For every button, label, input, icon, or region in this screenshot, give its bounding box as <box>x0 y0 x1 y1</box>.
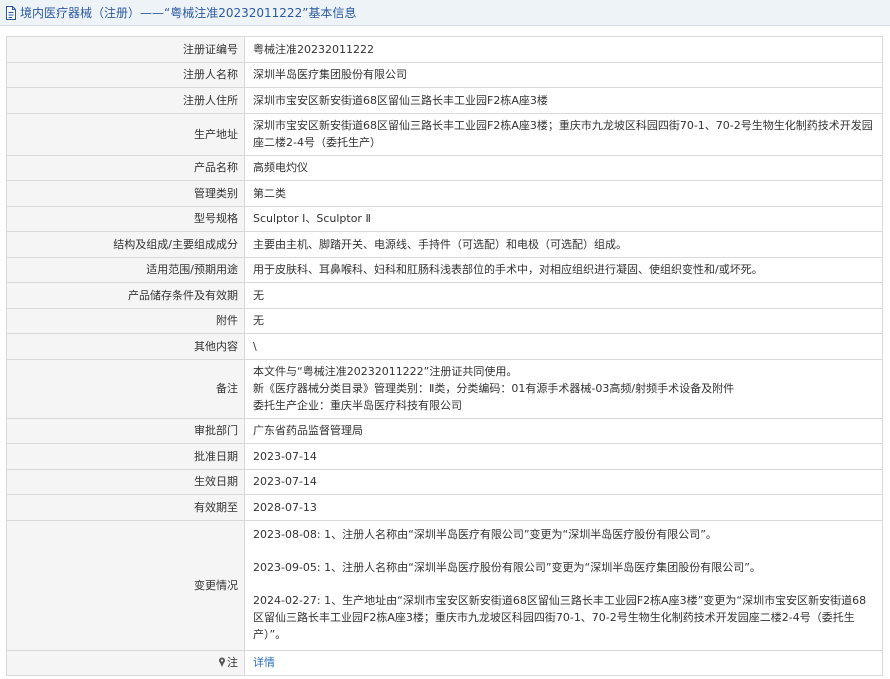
row-value: 深圳半岛医疗集团股份有限公司 <box>244 61 883 88</box>
row-label: 批准日期 <box>6 443 245 470</box>
row-value: 2023-07-14 <box>244 468 883 495</box>
row-label: 生产地址 <box>6 112 245 156</box>
table-row: 注册人住所 深圳市宝安区新安街道68区留仙三路长丰工业园F2栋A座3楼 <box>6 87 883 114</box>
table-row: 审批部门 广东省药品监督管理局 <box>6 417 883 444</box>
change-item: 2023-09-05: 1、注册人名称由“深圳半岛医疗股份有限公司”变更为“深圳… <box>253 560 761 574</box>
row-value: Sculptor Ⅰ、Sculptor Ⅱ <box>244 205 883 232</box>
row-label: 适用范围/预期用途 <box>6 256 245 283</box>
table-row: 型号规格 Sculptor Ⅰ、Sculptor Ⅱ <box>6 205 883 232</box>
row-value: 第二类 <box>244 180 883 207</box>
row-value: 粤械注准20232011222 <box>244 36 883 63</box>
row-label: 审批部门 <box>6 417 245 444</box>
row-label: 管理类别 <box>6 180 245 207</box>
row-value: 深圳市宝安区新安街道68区留仙三路长丰工业园F2栋A座3楼；重庆市九龙坡区科园四… <box>244 112 883 156</box>
row-value: 主要由主机、脚踏开关、电源线、手持件（可选配）和电极（可选配）组成。 <box>244 231 883 258</box>
pin-icon <box>218 655 226 668</box>
row-label: 附件 <box>6 307 245 334</box>
row-label: 产品名称 <box>6 154 245 181</box>
table-row: 附件 无 <box>6 307 883 334</box>
row-value: 2028-07-13 <box>244 494 883 521</box>
table-row: 生效日期 2023-07-14 <box>6 468 883 495</box>
row-label: 生效日期 <box>6 468 245 495</box>
row-label: 型号规格 <box>6 205 245 232</box>
row-label: 变更情况 <box>6 519 245 651</box>
row-value: 无 <box>244 307 883 334</box>
table-row: 变更情况 2023-08-08: 1、注册人名称由“深圳半岛医疗有限公司”变更为… <box>6 519 883 651</box>
row-value: 无 <box>244 282 883 309</box>
changes-value: 2023-08-08: 1、注册人名称由“深圳半岛医疗有限公司”变更为“深圳半岛… <box>244 519 883 651</box>
row-value: 高频电灼仪 <box>244 154 883 181</box>
row-label: 注册证编号 <box>6 36 245 63</box>
remark-line: 本文件与“粤械注准20232011222”注册证共同使用。 <box>253 365 518 378</box>
page-title: 境内医疗器械（注册）——“粤械注准20232011222”基本信息 <box>20 6 357 20</box>
table-row: 管理类别 第二类 <box>6 180 883 207</box>
row-label: 注册人名称 <box>6 61 245 88</box>
change-item: 2023-08-08: 1、注册人名称由“深圳半岛医疗有限公司”变更为“深圳半岛… <box>253 527 717 541</box>
note-label: 注 <box>227 656 238 670</box>
remark-line: 新《医疗器械分类目录》管理类别：Ⅱ类，分类编码：01有源手术器械-03高频/射频… <box>253 382 735 395</box>
table-row: 注 详情 <box>6 649 883 676</box>
row-label: 其他内容 <box>6 333 245 360</box>
table-row: 有效期至 2028-07-13 <box>6 494 883 521</box>
row-value: 广东省药品监督管理局 <box>244 417 883 444</box>
info-table: 注册证编号 粤械注准20232011222 注册人名称 深圳半岛医疗集团股份有限… <box>6 36 883 676</box>
page-title-bar: 境内医疗器械（注册）——“粤械注准20232011222”基本信息 <box>0 0 890 26</box>
table-row: 产品名称 高频电灼仪 <box>6 154 883 181</box>
row-label: 产品储存条件及有效期 <box>6 282 245 309</box>
note-value: 详情 <box>244 649 883 676</box>
table-row: 生产地址 深圳市宝安区新安街道68区留仙三路长丰工业园F2栋A座3楼；重庆市九龙… <box>6 112 883 156</box>
document-icon <box>5 5 17 20</box>
remarks-value: 本文件与“粤械注准20232011222”注册证共同使用。 新《医疗器械分类目录… <box>244 358 883 419</box>
table-row: 注册人名称 深圳半岛医疗集团股份有限公司 <box>6 61 883 88</box>
row-value: 2023-07-14 <box>244 443 883 470</box>
table-row: 备注 本文件与“粤械注准20232011222”注册证共同使用。 新《医疗器械分… <box>6 358 883 419</box>
row-label: 有效期至 <box>6 494 245 521</box>
table-row: 结构及组成/主要组成成分 主要由主机、脚踏开关、电源线、手持件（可选配）和电极（… <box>6 231 883 258</box>
table-row: 注册证编号 粤械注准20232011222 <box>6 36 883 63</box>
remark-line: 委托生产企业：重庆半岛医疗科技有限公司 <box>253 399 462 412</box>
row-value: 深圳市宝安区新安街道68区留仙三路长丰工业园F2栋A座3楼 <box>244 87 883 114</box>
row-label: 结构及组成/主要组成成分 <box>6 231 245 258</box>
table-row: 其他内容 \ <box>6 333 883 360</box>
table-row: 批准日期 2023-07-14 <box>6 443 883 470</box>
note-label-cell: 注 <box>6 649 245 676</box>
details-link[interactable]: 详情 <box>253 656 275 669</box>
change-item: 2024-02-27: 1、生产地址由“深圳市宝安区新安街道68区留仙三路长丰工… <box>253 593 867 641</box>
row-label: 注册人住所 <box>6 87 245 114</box>
table-row: 产品储存条件及有效期 无 <box>6 282 883 309</box>
table-row: 适用范围/预期用途 用于皮肤科、耳鼻喉科、妇科和肛肠科浅表部位的手术中，对相应组… <box>6 256 883 283</box>
row-label: 备注 <box>6 358 245 419</box>
row-value: 用于皮肤科、耳鼻喉科、妇科和肛肠科浅表部位的手术中，对相应组织进行凝固、使组织变… <box>244 256 883 283</box>
row-value: \ <box>244 333 883 360</box>
